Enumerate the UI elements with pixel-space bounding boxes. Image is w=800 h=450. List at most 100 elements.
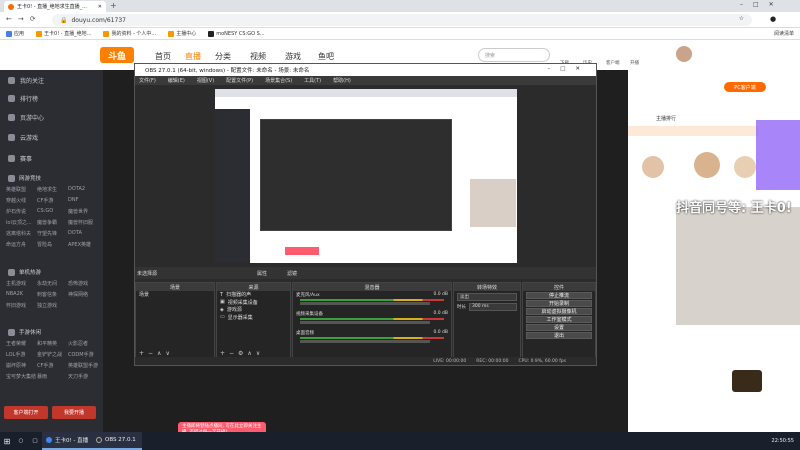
- sidebar-item-webgames[interactable]: 页游中心: [0, 107, 103, 127]
- bookmark-item[interactable]: 王卡0! - 直播_绝地...: [36, 30, 91, 37]
- nav-fishbar[interactable]: 鱼吧: [318, 51, 334, 62]
- category-link[interactable]: 和平精英: [37, 340, 68, 347]
- category-link[interactable]: 暴雨: [37, 373, 68, 380]
- category-link[interactable]: 恐怖游戏: [68, 280, 99, 287]
- source-item[interactable]: ▣ 视频采集设备: [217, 299, 290, 307]
- category-link[interactable]: 绝地求生: [37, 186, 68, 193]
- settings-button[interactable]: 设置: [526, 324, 592, 331]
- bookmark-item[interactable]: moNESY CS:GO S...: [208, 30, 265, 37]
- category-link[interactable]: lol云顶之...: [6, 219, 37, 226]
- nav-video[interactable]: 视频: [250, 51, 266, 62]
- new-tab-icon[interactable]: +: [110, 1, 117, 10]
- category-link[interactable]: 永劫无间: [37, 280, 68, 287]
- search-icon[interactable]: ○: [14, 438, 28, 444]
- menu-help[interactable]: 帮助(H): [333, 77, 351, 84]
- nav-live[interactable]: 直播: [185, 51, 201, 62]
- menu-view[interactable]: 视图(V): [197, 77, 214, 84]
- bookmark-item[interactable]: 我的资料 - 个人中...: [103, 30, 156, 37]
- bookmark-apps[interactable]: 应用: [6, 30, 24, 37]
- virtual-camera-button[interactable]: 启动虚拟摄像机: [526, 308, 592, 315]
- category-link[interactable]: 炉石传说: [6, 208, 37, 215]
- duration-input[interactable]: 300 ms: [469, 303, 517, 311]
- category-link[interactable]: 英雄联盟: [6, 186, 37, 193]
- douyu-logo[interactable]: 斗鱼: [100, 47, 134, 63]
- category-link[interactable]: LOL手游: [6, 351, 37, 358]
- star-icon[interactable]: ☆: [739, 15, 744, 22]
- studio-mode-button[interactable]: 工作室模式: [526, 316, 592, 323]
- category-link[interactable]: DOTA2: [68, 186, 99, 193]
- bookmark-item[interactable]: 主播中心: [168, 30, 196, 37]
- exit-button[interactable]: 退出: [526, 332, 592, 339]
- category-link[interactable]: 英雄联盟手游: [68, 362, 99, 369]
- category-link[interactable]: 冒险岛: [37, 241, 68, 248]
- nav-arrows-icon[interactable]: ←→⟳: [6, 15, 42, 23]
- sidebar-item-cloudgame[interactable]: 云游戏: [0, 127, 103, 147]
- nav-home[interactable]: 首页: [155, 51, 171, 62]
- sidebar-item-events[interactable]: 赛事: [0, 148, 103, 168]
- window-controls-icon[interactable]: –□✕: [740, 1, 784, 8]
- tray-clock[interactable]: 22:50:55: [772, 438, 794, 444]
- category-link[interactable]: 金铲铲之战: [37, 351, 68, 358]
- category-link[interactable]: 魔兽怀旧服: [68, 219, 99, 226]
- reading-list[interactable]: 阅读清单: [774, 30, 794, 37]
- volume-slider[interactable]: [300, 340, 430, 343]
- category-link[interactable]: CF手游: [37, 197, 68, 204]
- obs-window[interactable]: OBS 27.0.1 (64-bit, windows) - 配置文件: 未命名…: [134, 63, 597, 366]
- avatar[interactable]: [676, 46, 692, 62]
- menu-edit[interactable]: 编辑(E): [168, 77, 185, 84]
- category-link[interactable]: DNF: [68, 197, 99, 204]
- sidebar-item-rank[interactable]: 排行榜: [0, 88, 103, 108]
- url-field[interactable]: 🔒 douyu.com/61737 ☆: [52, 14, 752, 26]
- menu-file[interactable]: 文件(F): [139, 77, 156, 84]
- search-input[interactable]: 搜索: [478, 48, 550, 62]
- category-link[interactable]: 天刀手游: [68, 373, 99, 380]
- obs-titlebar[interactable]: OBS 27.0.1 (64-bit, windows) - 配置文件: 未命名…: [135, 64, 596, 76]
- category-link[interactable]: NBA2K: [6, 291, 37, 298]
- windows-start-icon[interactable]: ⊞: [0, 432, 14, 450]
- category-link[interactable]: CS:GO: [37, 208, 68, 215]
- category-link[interactable]: 守望先锋: [37, 230, 68, 237]
- volume-slider[interactable]: [300, 321, 430, 324]
- category-link[interactable]: CODM手游: [68, 351, 99, 358]
- event-banner[interactable]: [756, 120, 800, 190]
- start-recording-button[interactable]: 开始录制: [526, 300, 592, 307]
- category-link[interactable]: 命运方舟: [6, 241, 37, 248]
- category-link[interactable]: DOTA: [68, 230, 99, 237]
- category-link[interactable]: 神探网络: [68, 291, 99, 298]
- browser-tab[interactable]: 王卡0! - 直播_绝地求生直播_... ✕: [4, 1, 106, 12]
- category-link[interactable]: 王者荣耀: [6, 340, 37, 347]
- go-live-link[interactable]: 开播: [630, 60, 639, 66]
- close-tab-icon[interactable]: ✕: [98, 4, 102, 10]
- transition-select[interactable]: 淡出: [457, 293, 517, 301]
- source-item[interactable]: ▭ 显示器采集: [217, 314, 290, 322]
- category-link[interactable]: 怀旧游戏: [6, 302, 37, 309]
- scene-item[interactable]: 场景: [136, 291, 214, 299]
- profile-icon[interactable]: ●: [770, 15, 776, 23]
- category-link[interactable]: 穿越火线: [6, 197, 37, 204]
- category-link[interactable]: 独立游戏: [37, 302, 68, 309]
- category-link[interactable]: CF手游: [37, 362, 68, 369]
- source-item[interactable]: T 扫描器的声: [217, 291, 290, 299]
- stop-streaming-button[interactable]: 停止推流: [526, 292, 592, 299]
- nav-category[interactable]: 分类: [215, 51, 231, 62]
- volume-slider[interactable]: [300, 302, 430, 305]
- menu-profile[interactable]: 配置文件(P): [226, 77, 253, 84]
- client-link[interactable]: 客户端: [606, 60, 620, 66]
- obs-preview[interactable]: [215, 89, 517, 263]
- category-link[interactable]: APEX英雄: [68, 241, 99, 248]
- category-link[interactable]: 崩坏原神: [6, 362, 37, 369]
- filters-button[interactable]: 滤镜: [287, 270, 297, 277]
- scene-add-remove-icon[interactable]: +−∧∨: [139, 350, 174, 357]
- menu-tools[interactable]: 工具(T): [304, 77, 321, 84]
- properties-button[interactable]: 属性: [257, 270, 267, 277]
- category-link[interactable]: 魔兽争霸: [37, 219, 68, 226]
- sidebar-item-follow[interactable]: 我的关注: [0, 70, 103, 90]
- category-link[interactable]: 魔兽世界: [68, 208, 99, 215]
- taskview-icon[interactable]: ▢: [28, 438, 42, 444]
- obs-window-controls-icon[interactable]: –□✕: [547, 66, 590, 72]
- nav-games[interactable]: 游戏: [285, 51, 301, 62]
- taskbar-item-browser[interactable]: 王卡0! - 直播_绝地求...: [42, 432, 92, 450]
- pc-client-button[interactable]: PC客户端: [724, 82, 766, 92]
- category-link[interactable]: 主机游戏: [6, 280, 37, 287]
- rank-tabs[interactable]: [628, 126, 758, 136]
